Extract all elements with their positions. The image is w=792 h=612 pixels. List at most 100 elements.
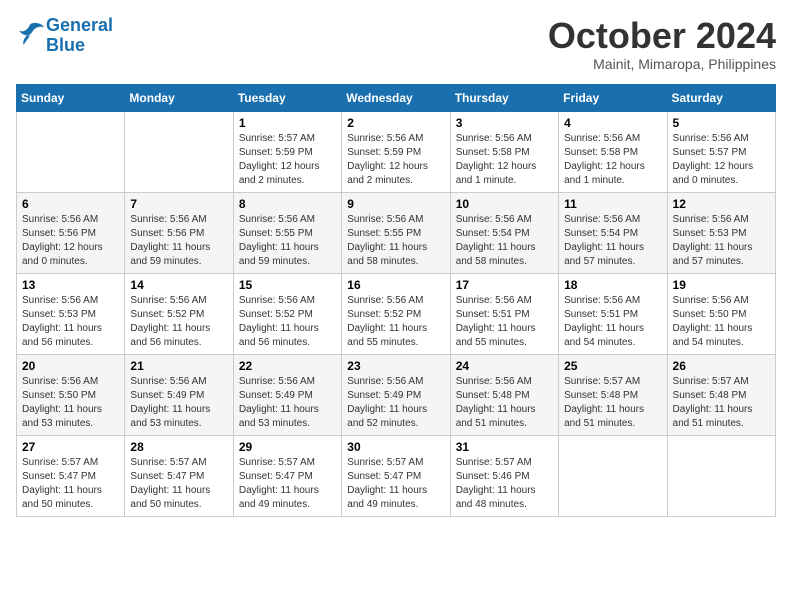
calendar-cell: 6 Sunrise: 5:56 AMSunset: 5:56 PMDaylight… — [17, 192, 125, 273]
day-number: 11 — [564, 197, 661, 211]
calendar-cell: 23 Sunrise: 5:56 AMSunset: 5:49 PMDayligh… — [342, 354, 450, 435]
logo-text: General Blue — [46, 16, 113, 56]
col-sunday: Sunday — [17, 84, 125, 111]
day-detail: Sunrise: 5:56 AMSunset: 5:58 PMDaylight:… — [456, 132, 553, 188]
day-number: 19 — [673, 278, 770, 292]
title-block: October 2024 Mainit, Mimaropa, Philippin… — [548, 16, 776, 72]
day-number: 30 — [347, 440, 444, 454]
calendar-cell: 30 Sunrise: 5:57 AMSunset: 5:47 PMDayligh… — [342, 435, 450, 516]
day-detail: Sunrise: 5:56 AMSunset: 5:52 PMDaylight:… — [239, 294, 336, 350]
day-detail: Sunrise: 5:57 AMSunset: 5:47 PMDaylight:… — [22, 456, 119, 512]
day-number: 3 — [456, 116, 553, 130]
calendar-cell: 22 Sunrise: 5:56 AMSunset: 5:49 PMDayligh… — [233, 354, 341, 435]
day-detail: Sunrise: 5:57 AMSunset: 5:47 PMDaylight:… — [130, 456, 227, 512]
day-number: 22 — [239, 359, 336, 373]
day-number: 5 — [673, 116, 770, 130]
calendar-header: Sunday Monday Tuesday Wednesday Thursday… — [17, 84, 776, 111]
day-number: 7 — [130, 197, 227, 211]
day-detail: Sunrise: 5:56 AMSunset: 5:51 PMDaylight:… — [456, 294, 553, 350]
month-title: October 2024 — [548, 16, 776, 56]
day-detail: Sunrise: 5:56 AMSunset: 5:53 PMDaylight:… — [673, 213, 770, 269]
day-detail: Sunrise: 5:56 AMSunset: 5:57 PMDaylight:… — [673, 132, 770, 188]
logo-icon — [16, 21, 44, 45]
day-detail: Sunrise: 5:57 AMSunset: 5:48 PMDaylight:… — [673, 375, 770, 431]
day-number: 10 — [456, 197, 553, 211]
calendar-cell: 16Sunrise: 5:56 AMSunset: 5:52 PMDayligh… — [342, 273, 450, 354]
calendar-cell: 3 Sunrise: 5:56 AMSunset: 5:58 PMDaylight… — [450, 111, 558, 192]
day-detail: Sunrise: 5:56 AMSunset: 5:49 PMDaylight:… — [239, 375, 336, 431]
calendar-cell: 17 Sunrise: 5:56 AMSunset: 5:51 PMDayligh… — [450, 273, 558, 354]
day-detail: Sunrise: 5:56 AMSunset: 5:56 PMDaylight:… — [22, 213, 119, 269]
day-number: 17 — [456, 278, 553, 292]
day-number: 1 — [239, 116, 336, 130]
calendar-cell: 25 Sunrise: 5:57 AMSunset: 5:48 PMDayligh… — [559, 354, 667, 435]
day-number: 26 — [673, 359, 770, 373]
day-number: 23 — [347, 359, 444, 373]
calendar-cell: 12 Sunrise: 5:56 AMSunset: 5:53 PMDayligh… — [667, 192, 775, 273]
col-saturday: Saturday — [667, 84, 775, 111]
day-number: 31 — [456, 440, 553, 454]
day-detail: Sunrise: 5:57 AMSunset: 5:47 PMDaylight:… — [347, 456, 444, 512]
calendar-week-1: 1 Sunrise: 5:57 AMSunset: 5:59 PMDaylight… — [17, 111, 776, 192]
calendar-cell: 9Sunrise: 5:56 AMSunset: 5:55 PMDaylight… — [342, 192, 450, 273]
calendar-cell — [559, 435, 667, 516]
day-detail: Sunrise: 5:57 AMSunset: 5:46 PMDaylight:… — [456, 456, 553, 512]
calendar-week-4: 20Sunrise: 5:56 AMSunset: 5:50 PMDayligh… — [17, 354, 776, 435]
calendar-cell — [667, 435, 775, 516]
calendar-cell: 21Sunrise: 5:56 AMSunset: 5:49 PMDayligh… — [125, 354, 233, 435]
col-thursday: Thursday — [450, 84, 558, 111]
calendar-cell: 8Sunrise: 5:56 AMSunset: 5:55 PMDaylight… — [233, 192, 341, 273]
day-detail: Sunrise: 5:56 AMSunset: 5:54 PMDaylight:… — [456, 213, 553, 269]
day-detail: Sunrise: 5:57 AMSunset: 5:47 PMDaylight:… — [239, 456, 336, 512]
day-detail: Sunrise: 5:57 AMSunset: 5:48 PMDaylight:… — [564, 375, 661, 431]
calendar-cell: 7Sunrise: 5:56 AMSunset: 5:56 PMDaylight… — [125, 192, 233, 273]
day-number: 24 — [456, 359, 553, 373]
days-of-week-row: Sunday Monday Tuesday Wednesday Thursday… — [17, 84, 776, 111]
day-detail: Sunrise: 5:56 AMSunset: 5:52 PMDaylight:… — [130, 294, 227, 350]
col-wednesday: Wednesday — [342, 84, 450, 111]
day-detail: Sunrise: 5:56 AMSunset: 5:52 PMDaylight:… — [347, 294, 444, 350]
calendar-cell: 20Sunrise: 5:56 AMSunset: 5:50 PMDayligh… — [17, 354, 125, 435]
day-number: 4 — [564, 116, 661, 130]
location: Mainit, Mimaropa, Philippines — [548, 56, 776, 72]
calendar-cell: 4Sunrise: 5:56 AMSunset: 5:58 PMDaylight… — [559, 111, 667, 192]
day-number: 12 — [673, 197, 770, 211]
day-detail: Sunrise: 5:56 AMSunset: 5:55 PMDaylight:… — [239, 213, 336, 269]
calendar-cell: 15 Sunrise: 5:56 AMSunset: 5:52 PMDayligh… — [233, 273, 341, 354]
calendar-cell: 18 Sunrise: 5:56 AMSunset: 5:51 PMDayligh… — [559, 273, 667, 354]
day-detail: Sunrise: 5:57 AMSunset: 5:59 PMDaylight:… — [239, 132, 336, 188]
calendar-week-3: 13Sunrise: 5:56 AMSunset: 5:53 PMDayligh… — [17, 273, 776, 354]
day-detail: Sunrise: 5:56 AMSunset: 5:59 PMDaylight:… — [347, 132, 444, 188]
day-number: 27 — [22, 440, 119, 454]
day-detail: Sunrise: 5:56 AMSunset: 5:53 PMDaylight:… — [22, 294, 119, 350]
day-detail: Sunrise: 5:56 AMSunset: 5:54 PMDaylight:… — [564, 213, 661, 269]
day-number: 18 — [564, 278, 661, 292]
calendar-cell: 27 Sunrise: 5:57 AMSunset: 5:47 PMDayligh… — [17, 435, 125, 516]
calendar-cell — [17, 111, 125, 192]
day-detail: Sunrise: 5:56 AMSunset: 5:49 PMDaylight:… — [347, 375, 444, 431]
logo: General Blue — [16, 16, 113, 56]
calendar-cell: 5 Sunrise: 5:56 AMSunset: 5:57 PMDaylight… — [667, 111, 775, 192]
calendar-cell: 26 Sunrise: 5:57 AMSunset: 5:48 PMDayligh… — [667, 354, 775, 435]
calendar-cell: 24Sunrise: 5:56 AMSunset: 5:48 PMDayligh… — [450, 354, 558, 435]
day-detail: Sunrise: 5:56 AMSunset: 5:51 PMDaylight:… — [564, 294, 661, 350]
calendar-body: 1 Sunrise: 5:57 AMSunset: 5:59 PMDaylight… — [17, 111, 776, 516]
calendar-cell: 31 Sunrise: 5:57 AMSunset: 5:46 PMDayligh… — [450, 435, 558, 516]
page-header: General Blue October 2024 Mainit, Mimaro… — [16, 16, 776, 72]
day-number: 9 — [347, 197, 444, 211]
day-number: 14 — [130, 278, 227, 292]
day-number: 15 — [239, 278, 336, 292]
day-detail: Sunrise: 5:56 AMSunset: 5:49 PMDaylight:… — [130, 375, 227, 431]
day-number: 25 — [564, 359, 661, 373]
calendar-cell: 2Sunrise: 5:56 AMSunset: 5:59 PMDaylight… — [342, 111, 450, 192]
calendar-cell: 11 Sunrise: 5:56 AMSunset: 5:54 PMDayligh… — [559, 192, 667, 273]
calendar-table: Sunday Monday Tuesday Wednesday Thursday… — [16, 84, 776, 517]
day-detail: Sunrise: 5:56 AMSunset: 5:50 PMDaylight:… — [673, 294, 770, 350]
day-number: 28 — [130, 440, 227, 454]
calendar-cell: 14 Sunrise: 5:56 AMSunset: 5:52 PMDayligh… — [125, 273, 233, 354]
day-number: 6 — [22, 197, 119, 211]
day-detail: Sunrise: 5:56 AMSunset: 5:50 PMDaylight:… — [22, 375, 119, 431]
calendar-cell: 13Sunrise: 5:56 AMSunset: 5:53 PMDayligh… — [17, 273, 125, 354]
calendar-cell: 29Sunrise: 5:57 AMSunset: 5:47 PMDayligh… — [233, 435, 341, 516]
col-friday: Friday — [559, 84, 667, 111]
